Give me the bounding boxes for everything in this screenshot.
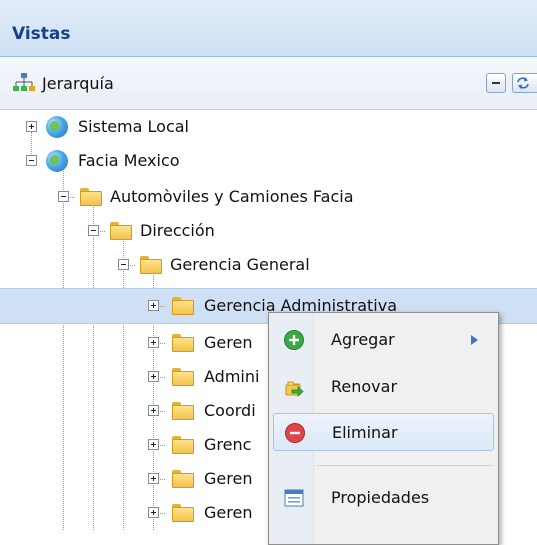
tree-node-label: Admini [204,367,260,386]
globe-icon [46,116,68,138]
folder-icon [110,222,132,240]
tree-node-gerencia-general[interactable]: Gerencia General [0,248,537,282]
folder-icon [172,368,194,386]
hierarchy-title: Jerarquía [42,74,114,93]
globe-icon [46,150,68,172]
add-icon [284,330,304,350]
tree-node-label: Geren [204,469,253,488]
tree-node-label: Coordi [204,401,256,420]
expand-toggle[interactable] [148,439,159,450]
expand-toggle[interactable] [148,337,159,348]
menu-item-propiedades[interactable]: Propiedades [273,479,494,517]
hierarchy-icon [13,73,35,91]
expand-toggle[interactable] [148,473,159,484]
context-menu: Agregar Renovar Eliminar Propiedades [268,312,499,545]
expand-toggle[interactable] [148,507,159,518]
tree-node-label: Facia Mexico [78,151,180,170]
folder-icon [172,436,194,454]
tree-node-label: Dirección [140,221,215,240]
tree-node-label: Gerencia General [170,255,310,274]
tree-node-label: Sistema Local [78,117,189,136]
delete-icon [285,423,305,443]
folder-icon [80,188,102,206]
folder-icon [140,256,162,274]
folder-icon [172,402,194,420]
expand-toggle[interactable] [148,405,159,416]
submenu-arrow-icon [471,335,478,345]
refresh-icon [285,381,304,397]
tree-node-sistema-local[interactable]: Sistema Local [0,110,537,144]
expand-toggle[interactable] [148,371,159,382]
collapse-toggle[interactable] [88,225,99,236]
panel-header: Vistas [0,0,537,57]
tree-node-automoviles[interactable]: Automòviles y Camiones Facia [0,180,537,214]
menu-item-label: Agregar [331,330,395,349]
tree-node-label: Grenc [204,435,252,454]
menu-item-renovar[interactable]: Renovar [273,368,494,406]
menu-item-label: Eliminar [332,423,398,442]
menu-item-agregar[interactable]: Agregar [273,321,494,359]
menu-item-label: Renovar [331,377,398,396]
folder-icon [172,297,194,315]
collapse-all-button[interactable] [486,73,506,93]
tree-node-facia-mexico[interactable]: Facia Mexico [0,144,537,178]
folder-icon [172,504,194,522]
refresh-icon [517,77,529,89]
folder-icon [172,470,194,488]
menu-item-eliminar[interactable]: Eliminar [273,413,494,451]
collapse-toggle[interactable] [58,191,69,202]
menu-separator [317,465,493,466]
tree-node-label: Geren [204,333,253,352]
panel-title: Vistas [12,24,71,44]
folder-icon [172,334,194,352]
expand-toggle[interactable] [26,121,37,132]
tree-node-label: Automòviles y Camiones Facia [110,187,354,206]
minus-icon [492,82,500,84]
menu-item-label: Propiedades [331,488,430,507]
tree-node-label: Geren [204,503,253,522]
properties-icon [284,489,304,507]
refresh-tree-button[interactable] [512,73,537,93]
tree-node-direccion[interactable]: Dirección [0,214,537,248]
expand-toggle[interactable] [148,300,159,311]
collapse-toggle[interactable] [26,155,37,166]
collapse-toggle[interactable] [118,259,129,270]
